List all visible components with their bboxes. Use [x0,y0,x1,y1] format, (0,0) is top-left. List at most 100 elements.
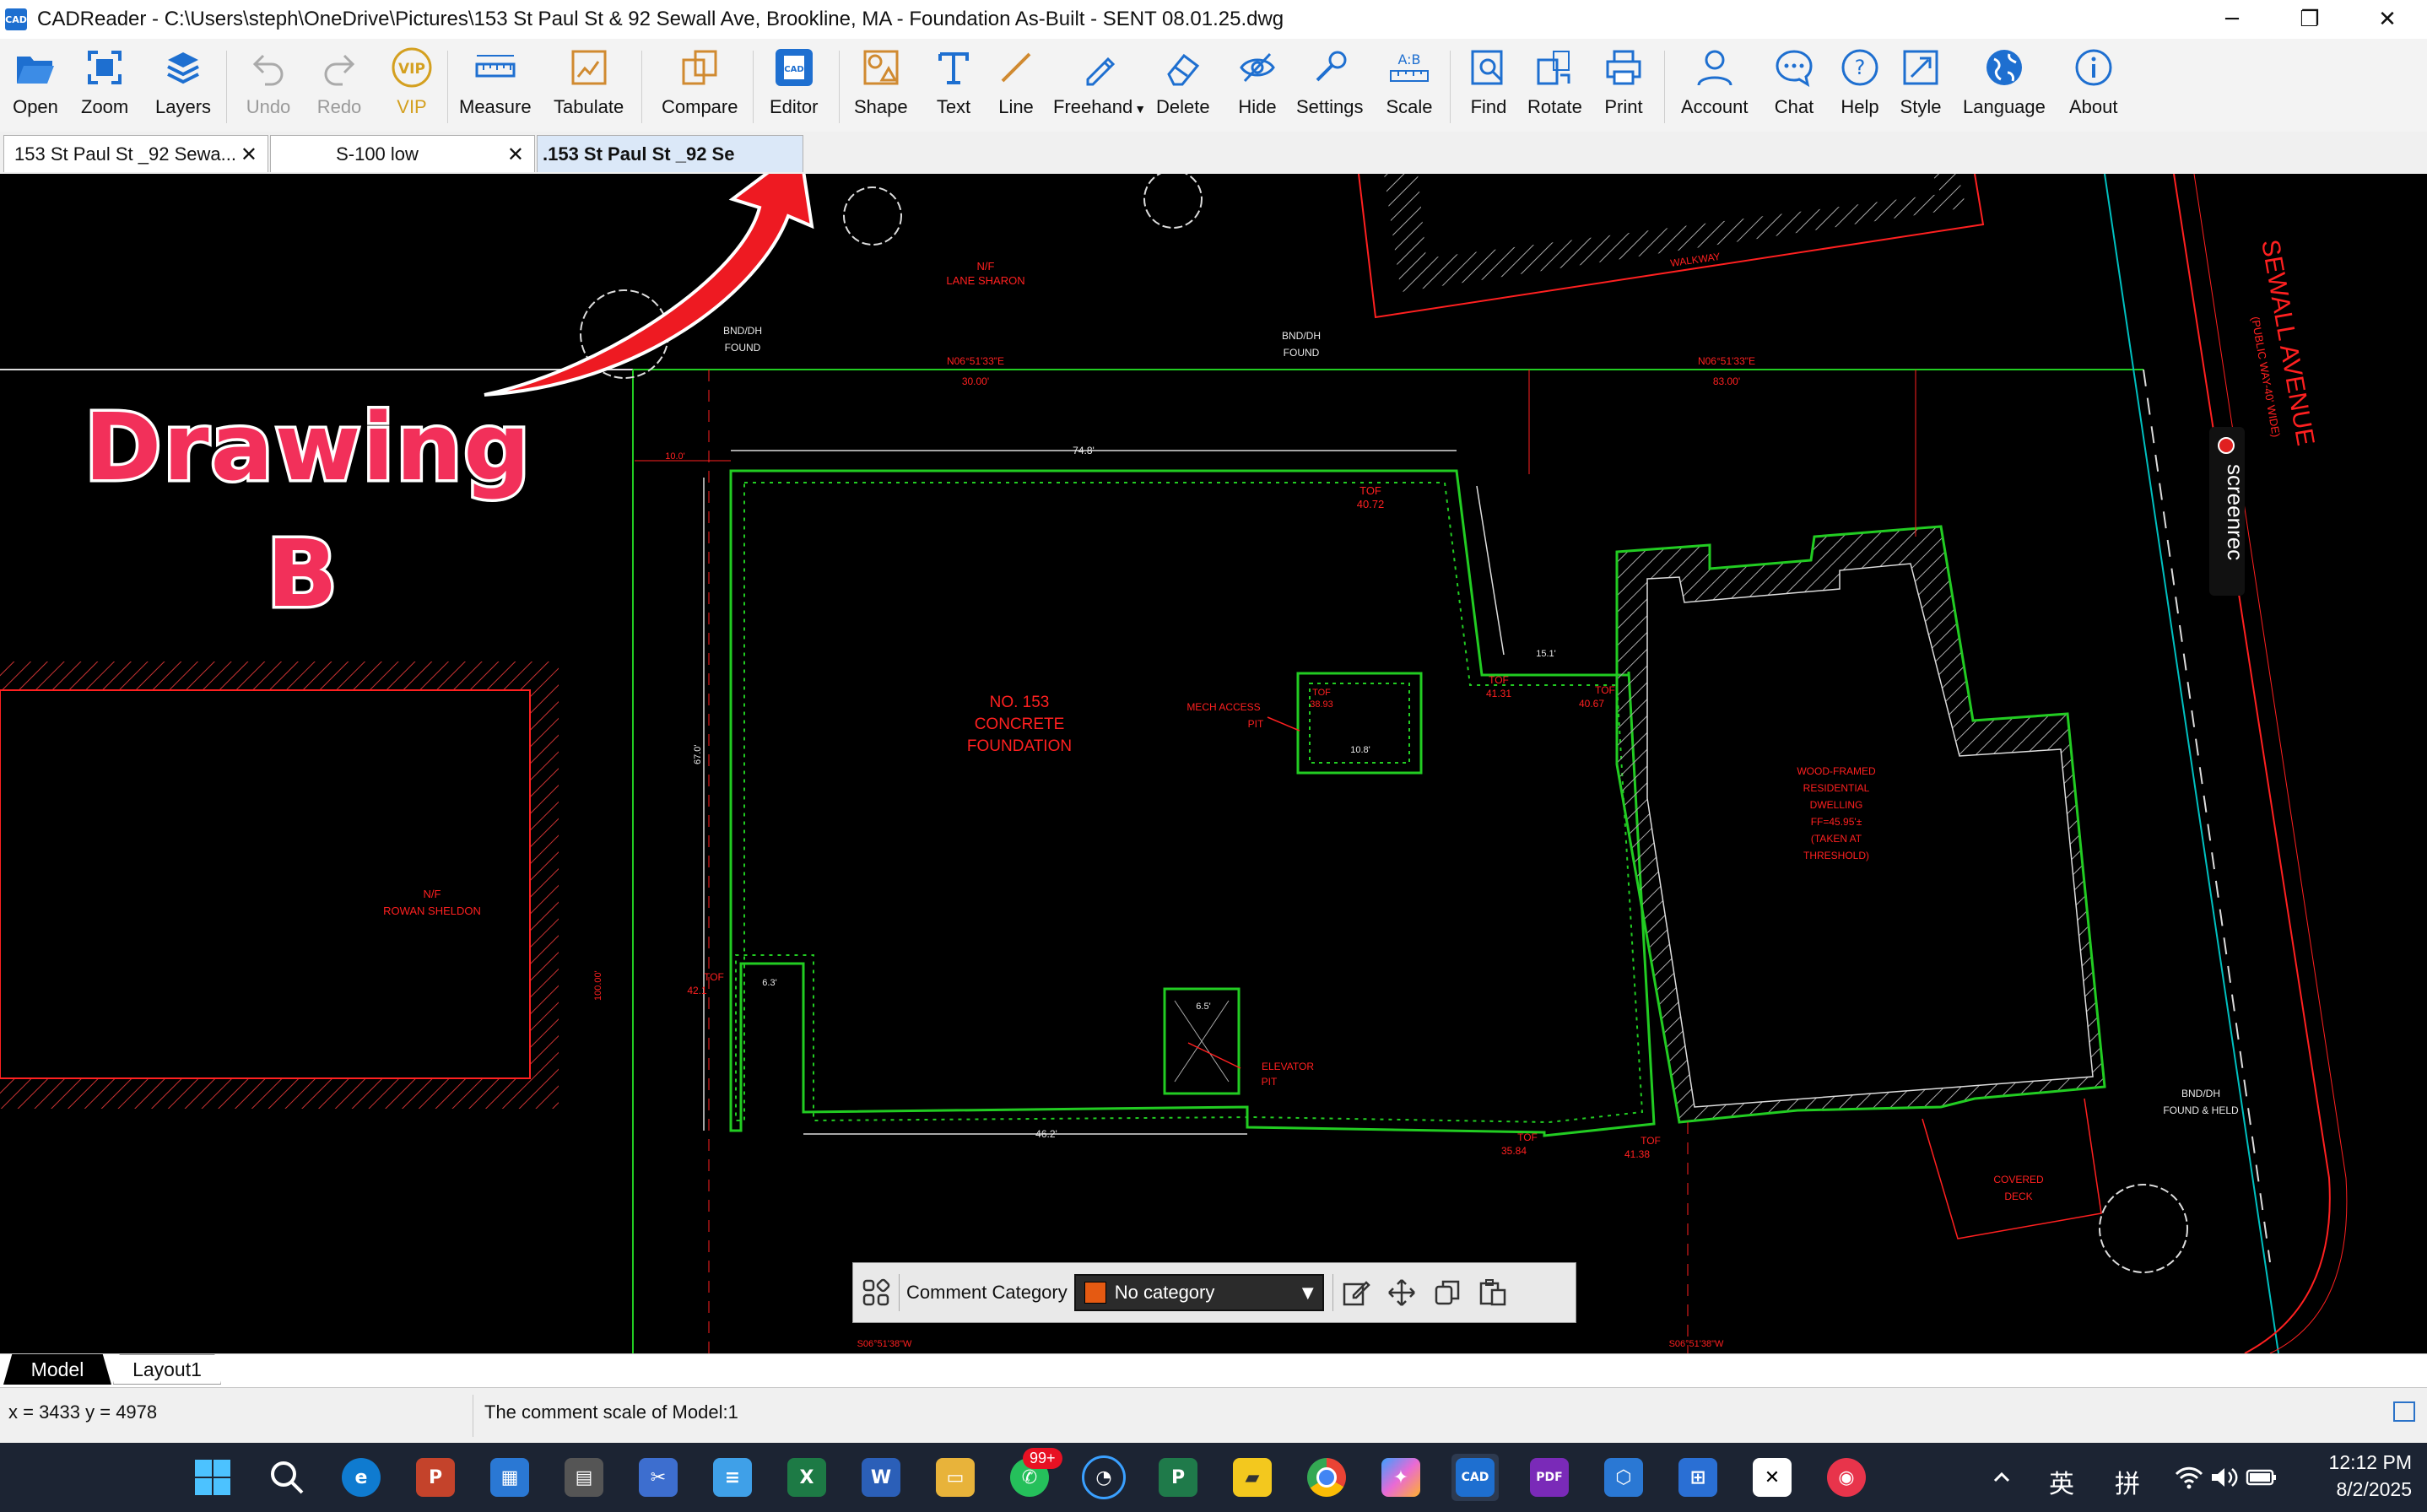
comment-category-select[interactable]: No category ▼ [1073,1274,1324,1311]
text-button[interactable]: Text [930,44,977,128]
label-tof-left-val: 42.1 [687,985,707,996]
open-button[interactable]: Open [12,44,59,128]
volume-icon[interactable] [2209,1454,2240,1501]
snipping-tool-icon[interactable]: ✂ [635,1454,682,1501]
label-concrete2: CONCRETE [975,716,1065,733]
zoom-button[interactable]: Zoom [81,44,128,128]
style-button[interactable]: Style [1897,44,1944,128]
hide-button[interactable]: Hide [1234,44,1281,128]
rotate-button[interactable]: Rotate [1527,44,1582,128]
screenrec-taskbar-icon[interactable]: ◉ [1823,1454,1870,1501]
box-app-icon[interactable]: ⬡ [1600,1454,1647,1501]
language-button[interactable]: Language [1963,44,2046,128]
account-button[interactable]: Account [1681,44,1749,128]
label-bnd3: BND/DH [2181,1088,2220,1099]
layout-tab-strip: Model Layout1 [0,1353,2427,1388]
ime-mode-indicator[interactable]: 拼 [2115,1463,2140,1500]
sticky-notes-icon[interactable]: ▰ [1229,1454,1276,1501]
toolbar-ribbon: Open Zoom Layers Undo Redo VIP VIP Measu… [0,39,2427,132]
vip-button[interactable]: VIP VIP [388,44,435,128]
label-mech1: MECH ACCESS [1186,701,1260,713]
editor-button[interactable]: CAD Editor [770,44,818,128]
chat-icon [1770,44,1818,91]
move-icon[interactable] [1379,1270,1424,1315]
tab-model[interactable]: Model [3,1354,111,1385]
comment-scale-message: The comment scale of Model:1 [484,1401,738,1423]
chevron-up-icon[interactable] [1986,1454,2017,1501]
search-icon[interactable] [263,1454,311,1501]
compare-button[interactable]: Compare [662,44,738,128]
powerpoint-icon[interactable]: P [412,1454,459,1501]
undo-button[interactable]: Undo [245,44,292,128]
scale-button[interactable]: A:B Scale [1386,44,1433,128]
label-bnd2: BND/DH [1282,330,1321,342]
measure-button[interactable]: Measure [459,44,532,128]
label-tof4: TOF [1517,1131,1538,1143]
capcut-icon[interactable]: ✕ [1749,1454,1796,1501]
calculator-icon[interactable]: ▤ [560,1454,608,1501]
battery-icon[interactable] [2245,1454,2278,1501]
screenrec-widget[interactable]: screenrec [2209,427,2248,596]
close-window-button[interactable]: ✕ [2351,0,2424,39]
account-icon [1691,44,1738,91]
line-button[interactable]: Line [992,44,1040,128]
label-bearing2: N06°51'33"E [1698,355,1755,367]
pdf-app-icon[interactable]: PDF [1526,1454,1573,1501]
document-tab-2[interactable]: S-100 low ✕ [270,135,535,172]
wifi-icon[interactable] [2174,1454,2204,1501]
copilot-icon[interactable]: ✦ [1377,1454,1424,1501]
project-icon[interactable]: P [1154,1454,1202,1501]
start-button[interactable] [189,1454,236,1501]
document-tab-1[interactable]: 153 St Paul St _92 Sewa... ✕ [3,135,268,172]
close-tab-icon[interactable]: ✕ [507,143,524,166]
label-dist1: 30.00' [962,375,989,387]
edit-comment-icon[interactable] [1333,1270,1379,1315]
maximize-button[interactable]: ❐ [2273,0,2346,39]
print-button[interactable]: Print [1600,44,1647,128]
layers-button[interactable]: Layers [155,44,211,128]
paste-icon[interactable] [1470,1270,1516,1315]
document-tab-3-active[interactable]: .153 St Paul St _92 Se [537,135,803,172]
copy-icon[interactable] [1424,1270,1470,1315]
shape-button[interactable]: Shape [854,44,908,128]
freehand-button[interactable]: Freehand ▼ [1053,44,1146,128]
notepad-icon[interactable]: ≡ [709,1454,756,1501]
label-dist2: 83.00' [1713,375,1740,387]
excel-icon[interactable]: X [783,1454,830,1501]
cadreader-taskbar-icon[interactable]: CAD [1451,1454,1499,1501]
chat-button[interactable]: Chat [1770,44,1818,128]
chevron-down-icon[interactable]: ▼ [1134,102,1146,116]
settings-button[interactable]: Settings [1296,44,1364,128]
svg-text:CAD: CAD [784,65,803,74]
drawing-canvas[interactable]: WALKWAY N/F LANE SHARON BND/DH FOUND BND… [0,174,2427,1353]
globe-icon [1981,44,2028,91]
edge-browser-icon[interactable]: e [338,1454,385,1501]
panel-toggle-icon[interactable] [2393,1401,2415,1422]
redo-button[interactable]: Redo [316,44,363,128]
chrome-icon[interactable] [1303,1454,1350,1501]
clock-date[interactable]: 8/2/2025 [2311,1478,2412,1501]
grid-menu-icon[interactable] [853,1270,899,1315]
microsoft-store-icon[interactable]: ▦ [486,1454,533,1501]
ime-language-indicator[interactable]: 英 [2049,1463,2074,1500]
label-bearing3: S06°51'38"W [857,1339,912,1349]
file-explorer-icon[interactable]: ▭ [932,1454,979,1501]
find-button[interactable]: Find [1465,44,1512,128]
app-icon-blue[interactable]: ⊞ [1674,1454,1722,1501]
close-tab-icon[interactable]: ✕ [241,143,257,166]
label-tof1-val: 40.72 [1357,498,1385,510]
help-button[interactable]: ? Help [1836,44,1884,128]
clock-time[interactable]: 12:12 PM [2311,1451,2412,1474]
chat-app-icon[interactable]: ◔ [1080,1454,1127,1501]
label-tof5: TOF [1641,1135,1661,1147]
label-rowan1: N/F [424,888,441,900]
minimize-button[interactable]: ─ [2196,0,2268,39]
tab-layout1[interactable]: Layout1 [113,1354,221,1385]
about-button[interactable]: About [2069,44,2118,128]
label-wood5: (TAKEN AT [1811,833,1862,845]
label-nf-lane: N/F LANE SHARON [946,260,1024,287]
word-icon[interactable]: W [857,1454,905,1501]
delete-button[interactable]: Delete [1156,44,1210,128]
cursor-coordinates: x = 3433 y = 4978 [8,1401,158,1423]
tabulate-button[interactable]: Tabulate [554,44,624,128]
